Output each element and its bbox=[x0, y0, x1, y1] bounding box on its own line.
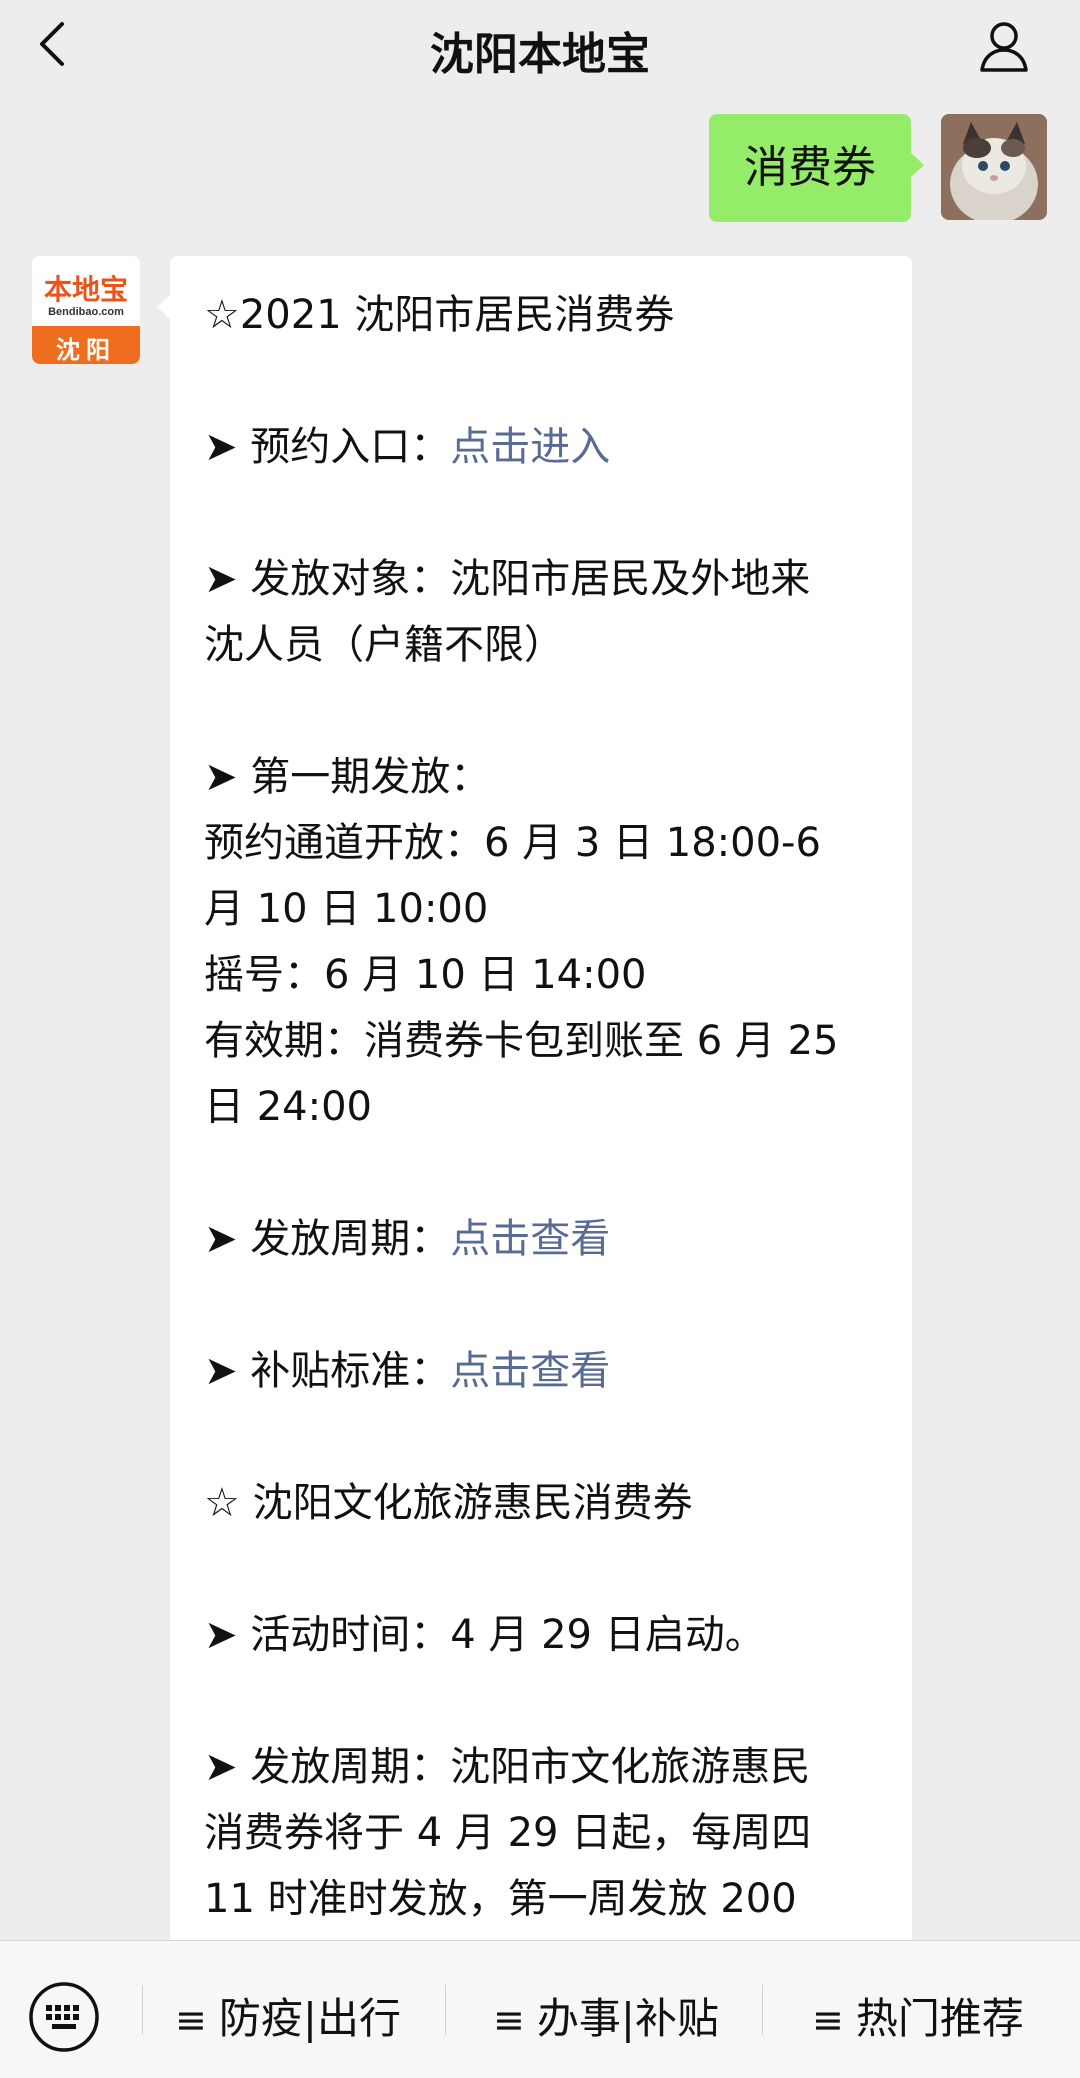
menu-list-icon: ≡ bbox=[812, 1998, 844, 2042]
custom-menu-bar: ≡ 防疫|出行 ≡ 办事|补贴 ≡ 热门推荐 bbox=[0, 1940, 1080, 2078]
menu-divider bbox=[762, 1985, 763, 2035]
message-line: 月 10 日 10:00 bbox=[204, 886, 489, 932]
message-line: 有效期：消费券卡包到账至 6 月 25 bbox=[204, 1018, 839, 1064]
user-avatar[interactable] bbox=[941, 114, 1047, 220]
message-line: ☆2021 沈阳市居民消费券 bbox=[204, 292, 675, 338]
message-line: 11 时准时发放，第一周发放 200 bbox=[204, 1876, 797, 1922]
menu-item-epidemic-travel[interactable]: ≡ 防疫|出行 bbox=[175, 1985, 401, 2043]
message-line: 消费券将于 4 月 29 日起，每周四 bbox=[204, 1810, 812, 1856]
keyboard-icon bbox=[29, 1982, 99, 2052]
keyboard-toggle-button[interactable] bbox=[28, 1981, 100, 2053]
message-line: 沈人员（户籍不限） bbox=[204, 622, 564, 668]
page-title: 沈阳本地宝 bbox=[430, 29, 650, 80]
bubble-tail bbox=[157, 294, 171, 320]
menu-list-icon: ≡ bbox=[175, 1998, 207, 2042]
message-body: ☆2021 沈阳市居民消费券 ➤ 预约入口：点击进入 ➤ 发放对象：沈阳市居民及… bbox=[204, 282, 904, 1932]
message-line: 预约通道开放：6 月 3 日 18:00-6 bbox=[204, 820, 821, 866]
menu-divider bbox=[142, 1985, 143, 2035]
menu-item-hot-recommend[interactable]: ≡ 热门推荐 bbox=[812, 1985, 1024, 2043]
reservation-entry-link[interactable]: 点击进入 bbox=[450, 424, 610, 470]
message-line: 日 24:00 bbox=[204, 1084, 372, 1130]
message-line: 摇号：6 月 10 日 14:00 bbox=[204, 952, 647, 998]
message-line: ➤ 发放周期：点击查看 bbox=[204, 1216, 611, 1262]
bubble-tail bbox=[910, 152, 924, 178]
sent-message-text: 消费券 bbox=[744, 142, 876, 193]
avatar-brand-text: 本地宝 bbox=[43, 273, 128, 306]
account-avatar[interactable]: 本地宝 Bendibao.com 沈阳 bbox=[32, 256, 140, 364]
user-icon bbox=[980, 22, 1028, 72]
cat-photo-icon bbox=[941, 114, 1047, 220]
message-line: ➤ 预约入口：点击进入 bbox=[204, 424, 611, 470]
avatar-domain-text: Bendibao.com bbox=[48, 306, 124, 318]
avatar-city-text: 沈阳 bbox=[56, 336, 116, 364]
received-message-bubble: ☆2021 沈阳市居民消费券 ➤ 预约入口：点击进入 ➤ 发放对象：沈阳市居民及… bbox=[157, 256, 912, 2056]
subsidy-standard-link[interactable]: 点击查看 bbox=[450, 1348, 610, 1394]
menu-item-affairs-subsidy[interactable]: ≡ 办事|补贴 bbox=[493, 1985, 719, 2043]
message-line: ➤ 发放对象：沈阳市居民及外地来 bbox=[204, 556, 811, 602]
message-line: ☆ 沈阳文化旅游惠民消费券 bbox=[204, 1480, 693, 1526]
message-line: ➤ 发放周期：沈阳市文化旅游惠民 bbox=[204, 1744, 811, 1790]
nav-bar: 沈阳本地宝 bbox=[0, 0, 1080, 92]
message-line: ➤ 第一期发放： bbox=[204, 754, 491, 800]
message-line: ➤ 补贴标准：点击查看 bbox=[204, 1348, 611, 1394]
distribution-cycle-link[interactable]: 点击查看 bbox=[450, 1216, 610, 1262]
sent-message-bubble[interactable]: 消费券 bbox=[709, 114, 924, 222]
message-line: ➤ 活动时间：4 月 29 日启动。 bbox=[204, 1612, 765, 1658]
menu-divider bbox=[445, 1985, 446, 2035]
menu-list-icon: ≡ bbox=[493, 1998, 525, 2042]
profile-button[interactable] bbox=[972, 14, 1036, 78]
